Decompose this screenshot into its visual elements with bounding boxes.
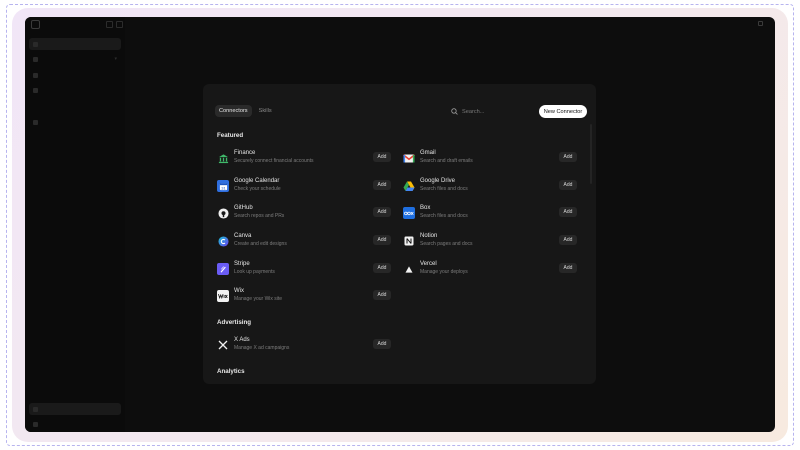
drive-icon bbox=[403, 180, 415, 192]
connector-name: Notion bbox=[420, 233, 438, 239]
sidebar-item-7[interactable] bbox=[29, 418, 121, 430]
add-finance-button[interactable]: Add bbox=[373, 152, 391, 162]
connector-desc: Manage X ad campaigns bbox=[234, 345, 290, 351]
sidebar-item-3[interactable] bbox=[29, 69, 121, 81]
sidebar-item-4[interactable] bbox=[29, 84, 121, 96]
sidebar: ▾ bbox=[25, 17, 125, 432]
section-advertising-title: Advertising bbox=[217, 319, 252, 326]
library-icon bbox=[33, 72, 38, 78]
connector-wix: Wix Manage your Wix site Add bbox=[217, 288, 397, 308]
connector-stripe: Stripe Look up payments Add bbox=[217, 261, 397, 281]
connector-github: GitHub Search repos and PRs Add bbox=[217, 205, 397, 225]
connector-desc: Manage your Wix site bbox=[234, 296, 283, 302]
connector-name: GitHub bbox=[234, 205, 253, 211]
tab-connectors[interactable]: Connectors bbox=[215, 105, 252, 117]
stripe-icon bbox=[217, 263, 229, 275]
connector-desc: Search pages and docs bbox=[420, 241, 473, 247]
connector-name: X Ads bbox=[234, 337, 250, 343]
chat-icon bbox=[33, 41, 38, 47]
box-icon bbox=[403, 207, 415, 219]
connector-desc: Securely connect financial accounts bbox=[234, 158, 314, 164]
share-button[interactable] bbox=[758, 21, 763, 26]
connector-name: Vercel bbox=[420, 261, 437, 267]
connector-icon bbox=[33, 87, 38, 93]
sidebar-item-2[interactable]: ▾ bbox=[29, 53, 121, 65]
connector-name: Wix bbox=[234, 288, 244, 294]
share-icon bbox=[758, 21, 763, 26]
connector-name: Stripe bbox=[234, 261, 250, 267]
connector-google-calendar: 31 Google Calendar Check your schedule A… bbox=[217, 178, 397, 198]
connector-desc: Search files and docs bbox=[420, 213, 468, 219]
new-connector-button[interactable]: New Connector bbox=[539, 105, 587, 118]
add-x-ads-button[interactable]: Add bbox=[373, 339, 391, 349]
connector-desc: Look up payments bbox=[234, 269, 275, 275]
add-canva-button[interactable]: Add bbox=[373, 235, 391, 245]
add-gmail-button[interactable]: Add bbox=[559, 152, 577, 162]
search-icon[interactable] bbox=[106, 21, 113, 28]
add-google-calendar-button[interactable]: Add bbox=[373, 180, 391, 190]
add-notion-button[interactable]: Add bbox=[559, 235, 577, 245]
connector-desc: Search and draft emails bbox=[420, 158, 473, 164]
connector-name: Google Drive bbox=[420, 178, 456, 184]
section-analytics-title: Analytics bbox=[217, 368, 245, 375]
sidebar-item-1[interactable] bbox=[29, 38, 121, 50]
connectors-modal: Connectors Skills New Connector Featured… bbox=[203, 84, 596, 384]
connector-notion: Notion Search pages and docs Add bbox=[403, 233, 583, 253]
connector-gmail: Gmail Search and draft emails Add bbox=[403, 150, 583, 170]
add-vercel-button[interactable]: Add bbox=[559, 263, 577, 273]
connector-vercel: Vercel Manage your deploys Add bbox=[403, 261, 583, 281]
scrollbar[interactable] bbox=[590, 124, 592, 184]
connector-google-drive: Google Drive Search files and docs Add bbox=[403, 178, 583, 198]
connector-finance: Finance Securely connect financial accou… bbox=[217, 150, 397, 170]
section-featured-title: Featured bbox=[217, 132, 244, 139]
connector-desc: Check your schedule bbox=[234, 186, 281, 192]
connector-name: Gmail bbox=[420, 150, 436, 156]
connector-name: Canva bbox=[234, 233, 252, 239]
plugin-icon bbox=[33, 406, 38, 412]
add-box-button[interactable]: Add bbox=[559, 207, 577, 217]
connector-box: Box Search files and docs Add bbox=[403, 205, 583, 225]
chevron-down-icon: ▾ bbox=[114, 56, 117, 62]
history-icon bbox=[33, 119, 38, 125]
gmail-icon bbox=[403, 152, 415, 164]
sidebar-item-5[interactable] bbox=[29, 116, 121, 128]
github-icon bbox=[217, 207, 229, 219]
notion-icon bbox=[403, 235, 415, 247]
search-icon bbox=[451, 108, 458, 115]
vercel-icon bbox=[403, 263, 415, 275]
add-github-button[interactable]: Add bbox=[373, 207, 391, 217]
add-google-drive-button[interactable]: Add bbox=[559, 180, 577, 190]
x-icon bbox=[217, 339, 229, 351]
connector-name: Box bbox=[420, 205, 431, 211]
add-wix-button[interactable]: Add bbox=[373, 290, 391, 300]
connector-name: Google Calendar bbox=[234, 178, 280, 184]
sidebar-toggle-icon[interactable] bbox=[116, 21, 123, 28]
settings-icon bbox=[33, 421, 38, 427]
tab-skills[interactable]: Skills bbox=[255, 105, 276, 117]
search-box[interactable] bbox=[448, 105, 538, 118]
sidebar-top bbox=[31, 20, 123, 32]
sidebar-item-6[interactable] bbox=[29, 403, 121, 415]
image-icon bbox=[33, 56, 38, 62]
connector-desc: Search repos and PRs bbox=[234, 213, 285, 219]
connector-desc: Create and edit designs bbox=[234, 241, 287, 247]
app-window: ▾ Connectors Skills New Connector Featur… bbox=[25, 17, 775, 432]
connector-x-ads: X Ads Manage X ad campaigns Add bbox=[217, 337, 397, 357]
search-input[interactable] bbox=[462, 108, 532, 115]
canva-icon bbox=[217, 235, 229, 247]
modal-tabs: Connectors Skills bbox=[215, 105, 276, 117]
calendar-icon: 31 bbox=[217, 180, 229, 192]
connector-desc: Search files and docs bbox=[420, 186, 468, 192]
connector-canva: Canva Create and edit designs Add bbox=[217, 233, 397, 253]
svg-text:31: 31 bbox=[221, 185, 226, 190]
bank-icon bbox=[217, 152, 229, 164]
wix-icon bbox=[217, 290, 229, 302]
add-stripe-button[interactable]: Add bbox=[373, 263, 391, 273]
connector-desc: Manage your deploys bbox=[420, 269, 468, 275]
connector-name: Finance bbox=[234, 150, 256, 156]
app-logo-icon[interactable] bbox=[31, 20, 40, 29]
